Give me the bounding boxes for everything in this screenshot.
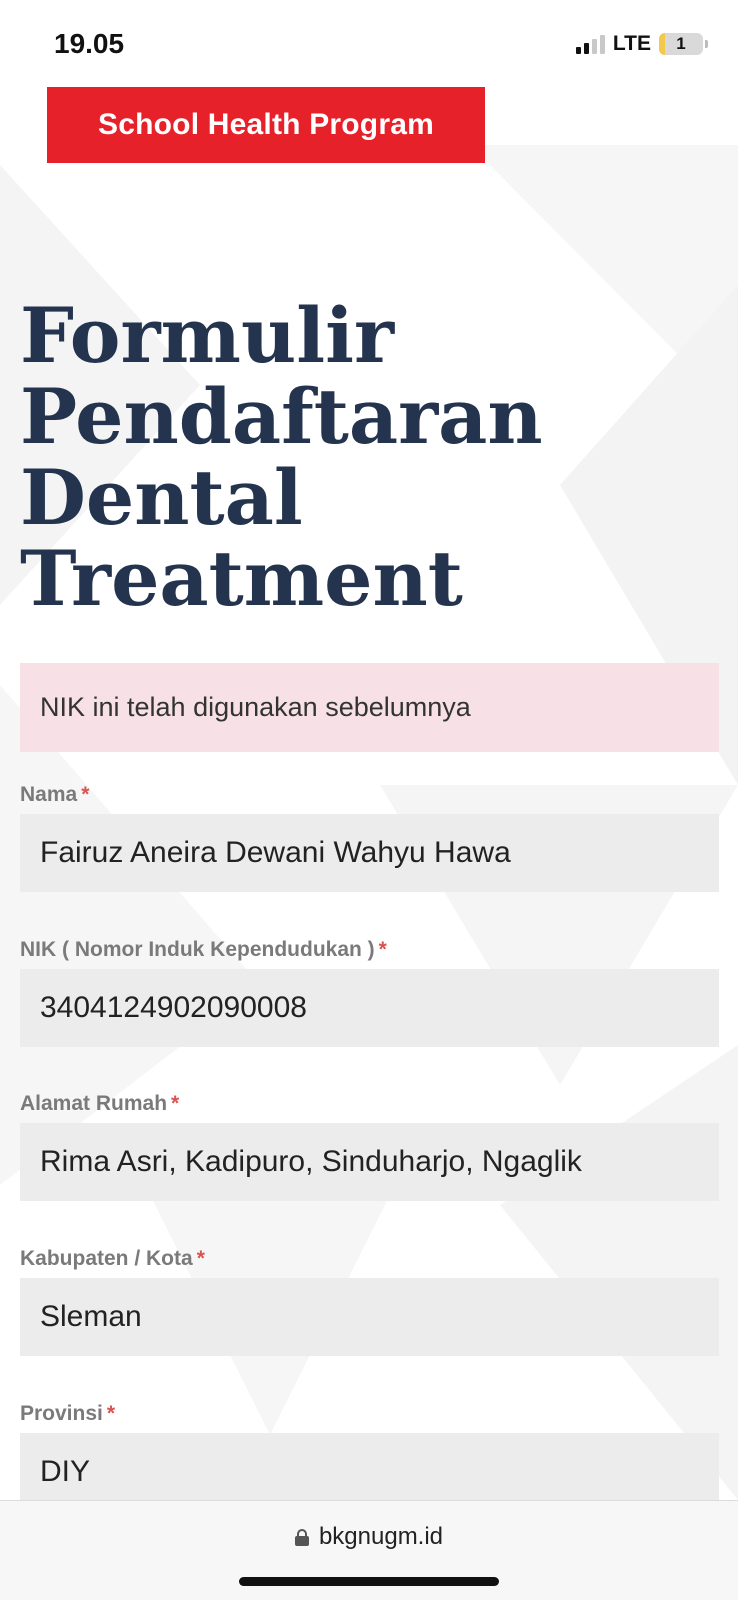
page-title: Formulir Pendaftaran Dental Treatment	[20, 291, 543, 623]
battery-tip	[705, 40, 708, 48]
nama-label: Nama *	[20, 783, 90, 806]
required-mark: *	[106, 1402, 116, 1425]
page-content: School Health Program Formulir Pendaftar…	[0, 85, 738, 1511]
url-row[interactable]: bkgnugm.id	[0, 1523, 738, 1551]
alamat-label: Alamat Rumah *	[20, 1092, 180, 1115]
error-alert: NIK ini telah digunakan sebelumnya	[20, 663, 719, 752]
battery-icon: 1	[659, 33, 703, 55]
kabupaten-input[interactable]	[20, 1278, 719, 1356]
nik-label: NIK ( Nomor Induk Kependudukan ) *	[20, 938, 387, 961]
nama-input[interactable]	[20, 814, 719, 892]
browser-url-bar[interactable]: bkgnugm.id	[0, 1500, 738, 1600]
lock-icon	[294, 1528, 309, 1546]
required-mark: *	[81, 783, 90, 806]
battery-level: 1	[676, 34, 686, 53]
url-domain[interactable]: bkgnugm.id	[319, 1523, 443, 1551]
home-indicator[interactable]	[239, 1577, 499, 1586]
alamat-input[interactable]	[20, 1123, 719, 1201]
program-banner: School Health Program	[47, 87, 485, 163]
kabupaten-label: Kabupaten / Kota *	[20, 1247, 205, 1270]
provinsi-label: Provinsi *	[20, 1402, 116, 1425]
banner-text: School Health Program	[98, 108, 434, 141]
alert-message: NIK ini telah digunakan sebelumnya	[40, 692, 471, 722]
required-mark: *	[196, 1247, 205, 1270]
nik-input[interactable]	[20, 969, 719, 1047]
status-time: 19.05	[54, 28, 125, 59]
status-bar: 19.05 LTE 1	[0, 0, 738, 85]
network-type: LTE	[612, 32, 651, 55]
signal-strength-icon	[575, 34, 605, 54]
required-mark: *	[378, 938, 387, 961]
status-indicators: LTE 1	[575, 32, 708, 56]
required-mark: *	[171, 1092, 180, 1115]
